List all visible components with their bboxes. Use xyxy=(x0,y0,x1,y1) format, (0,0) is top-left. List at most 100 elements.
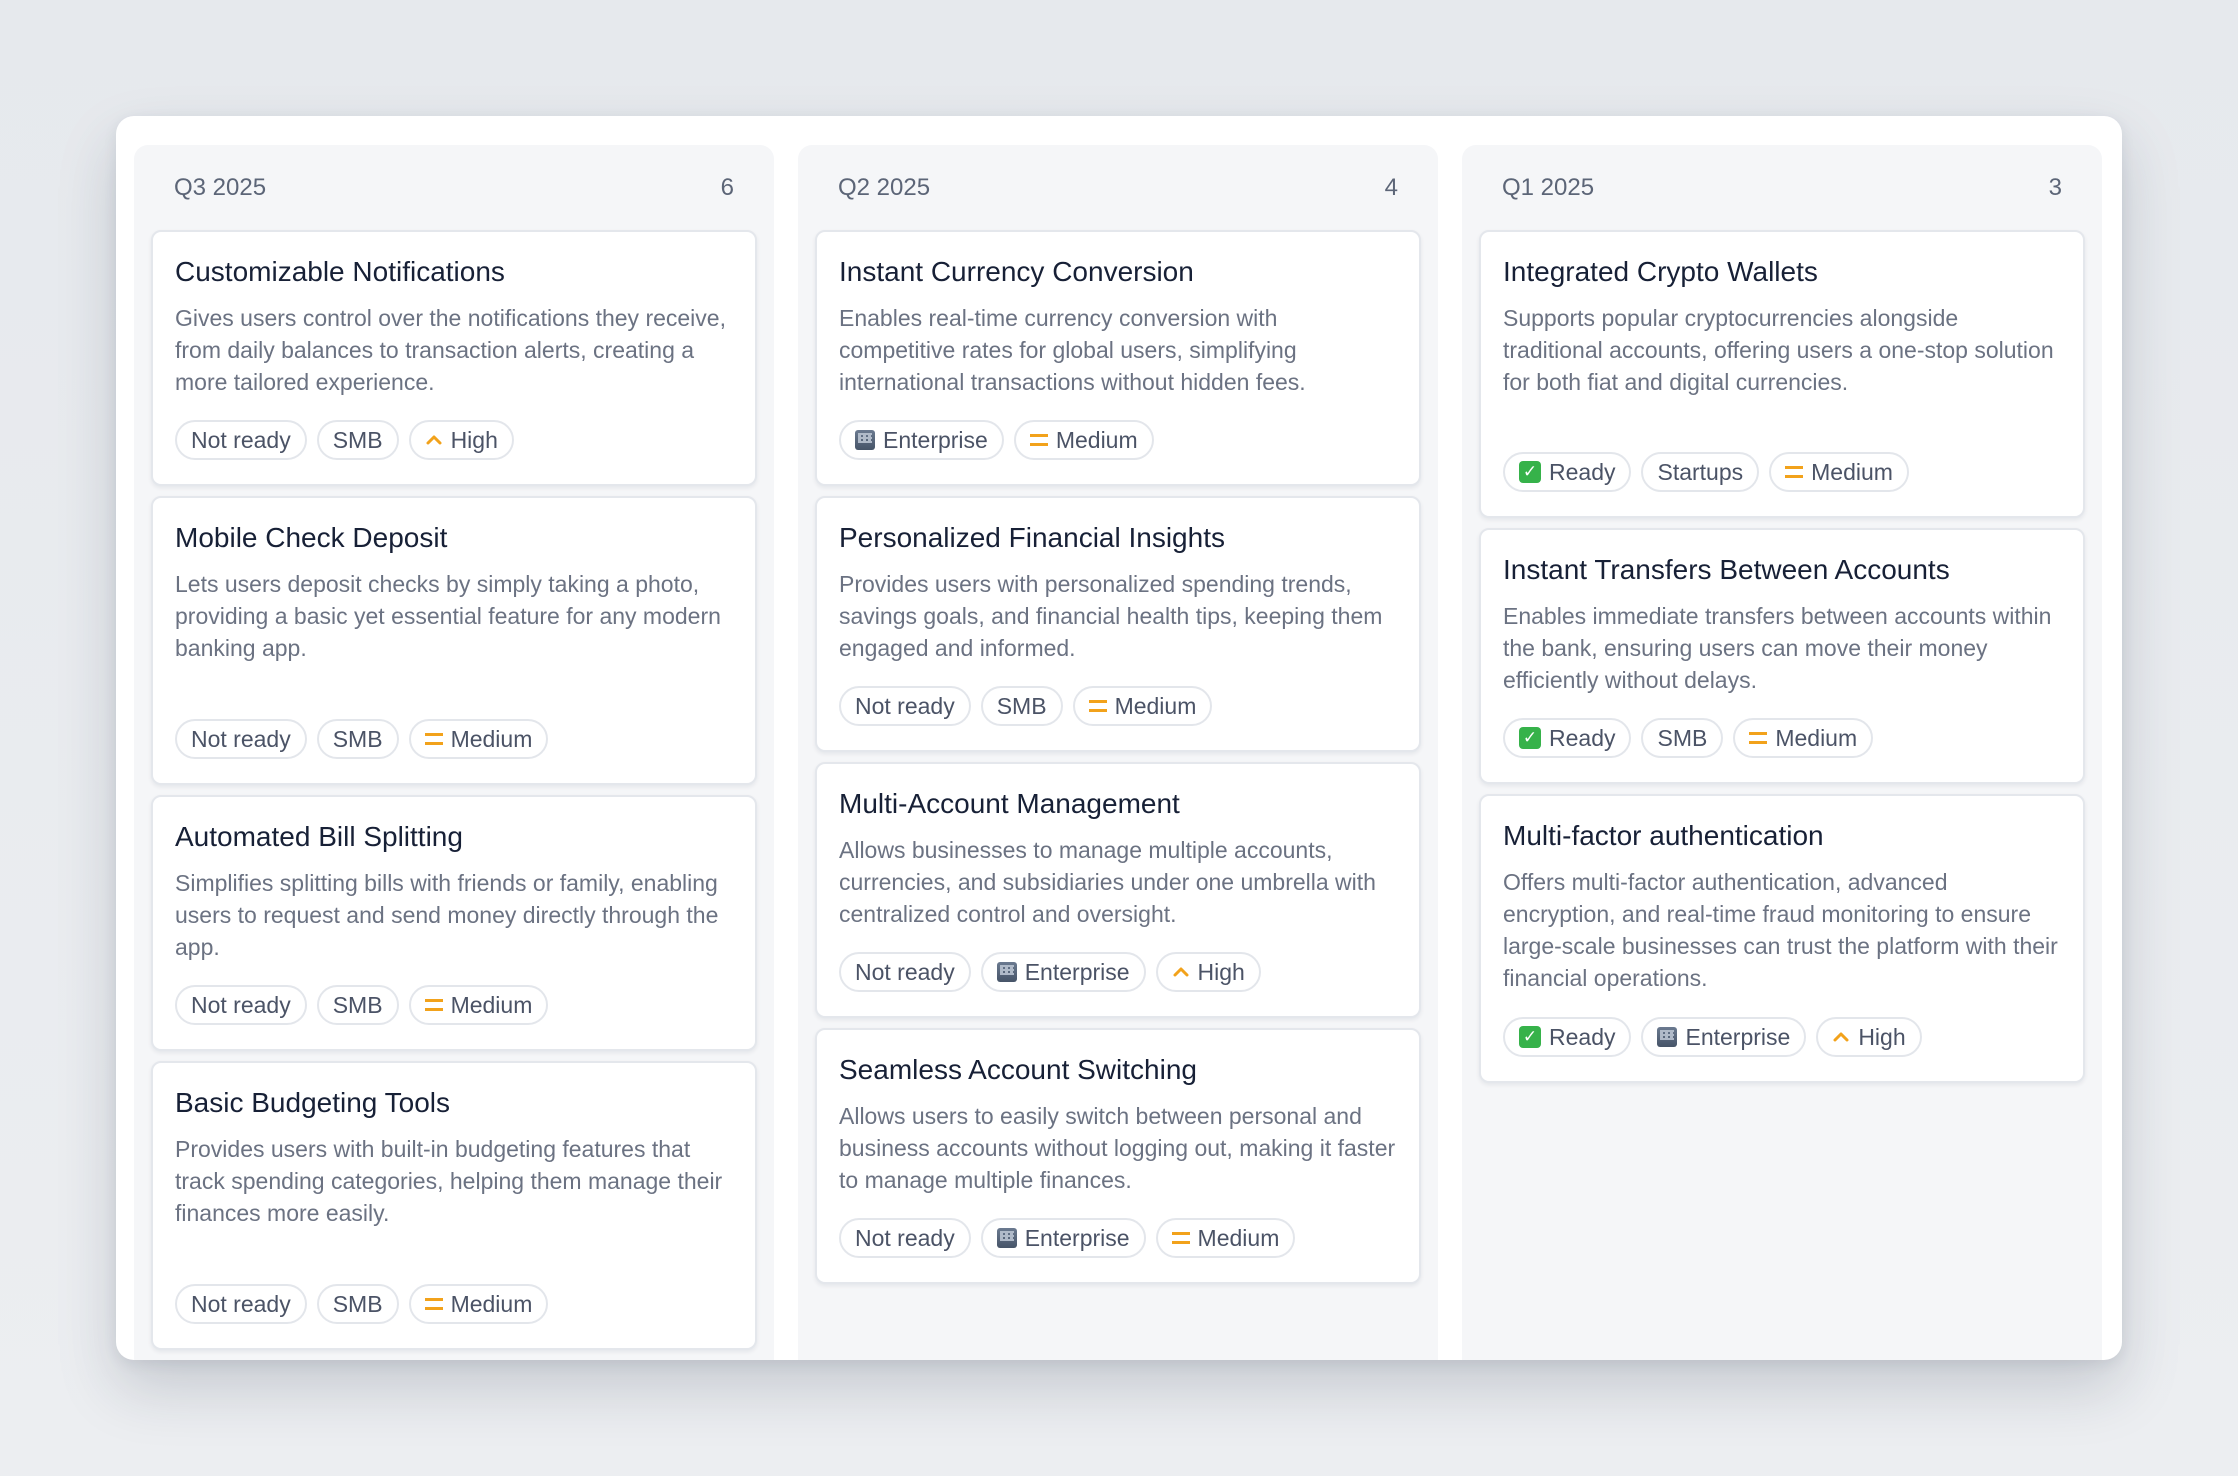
column-title: Q3 2025 xyxy=(174,173,267,201)
card-title: Basic Budgeting Tools xyxy=(175,1087,450,1118)
card-title: Automated Bill Splitting xyxy=(175,821,463,852)
segment-tag[interactable]: SMB xyxy=(316,420,399,460)
card-title: Personalized Financial Insights xyxy=(839,522,1225,553)
card-tags: Not ready SMB Medium xyxy=(175,985,549,1025)
card-description: Provides users with personalized spendin… xyxy=(839,571,1383,661)
card-tags: Not ready Enterprise Medium xyxy=(839,1218,1296,1258)
card-title: Multi-Account Management xyxy=(839,788,1180,819)
card-integrated-crypto-wallets[interactable]: Integrated Crypto Wallets Supports popul… xyxy=(1479,230,2085,518)
priority-tag[interactable]: Medium xyxy=(408,719,549,759)
column-header: Q2 2025 4 xyxy=(798,145,1438,230)
status-tag[interactable]: Not ready xyxy=(839,952,971,992)
column-count: 3 xyxy=(2048,173,2062,201)
check-mark-icon: ✓ xyxy=(1519,461,1541,483)
status-tag[interactable]: Not ready xyxy=(175,719,307,759)
equals-icon xyxy=(1029,434,1048,446)
card-title: Multi-factor authentication xyxy=(1503,820,1824,851)
segment-tag[interactable]: SMB xyxy=(316,1284,399,1324)
card-tags: ✓ Ready SMB Medium xyxy=(1503,718,1874,758)
card-title: Integrated Crypto Wallets xyxy=(1503,256,1818,287)
priority-tag[interactable]: High xyxy=(1816,1017,1922,1057)
office-building-icon xyxy=(996,962,1017,982)
status-tag[interactable]: ✓ Ready xyxy=(1503,718,1632,758)
segment-tag[interactable]: Enterprise xyxy=(839,420,1004,460)
status-tag[interactable]: Not ready xyxy=(839,686,971,726)
status-tag[interactable]: Not ready xyxy=(175,985,307,1025)
chevron-up-icon xyxy=(1172,966,1190,978)
card-description: Gives users control over the notificatio… xyxy=(175,305,726,395)
card-automated-bill-splitting[interactable]: Automated Bill Splitting Simplifies spli… xyxy=(151,795,757,1051)
equals-icon xyxy=(424,1298,443,1310)
card-title: Instant Transfers Between Accounts xyxy=(1503,554,1950,585)
equals-icon xyxy=(1785,466,1804,478)
card-title: Mobile Check Deposit xyxy=(175,522,448,553)
column-q2-2025: Q2 2025 4 Instant Currency Conversion En… xyxy=(798,145,1438,1360)
check-mark-icon: ✓ xyxy=(1519,1026,1541,1048)
card-description: Allows users to easily switch between pe… xyxy=(839,1103,1396,1193)
check-mark-icon: ✓ xyxy=(1519,727,1541,749)
card-seamless-account-switching[interactable]: Seamless Account Switching Allows users … xyxy=(815,1028,1421,1284)
status-tag[interactable]: Not ready xyxy=(839,1218,971,1258)
card-personalized-financial-insights[interactable]: Personalized Financial Insights Provides… xyxy=(815,496,1421,752)
column-header: Q1 2025 3 xyxy=(1462,145,2102,230)
card-instant-transfers-between-accounts[interactable]: Instant Transfers Between Accounts Enabl… xyxy=(1479,528,2085,784)
card-tags: ✓ Ready Startups Medium xyxy=(1503,452,1909,492)
column-title: Q1 2025 xyxy=(1502,173,1595,201)
card-basic-budgeting-tools[interactable]: Basic Budgeting Tools Provides users wit… xyxy=(151,1061,757,1350)
card-description: Enables immediate transfers between acco… xyxy=(1503,603,2052,693)
priority-tag[interactable]: Medium xyxy=(1155,1218,1296,1258)
column-q1-2025: Q1 2025 3 Integrated Crypto Wallets Supp… xyxy=(1462,145,2102,1360)
priority-tag[interactable]: High xyxy=(1155,952,1261,992)
office-building-icon xyxy=(996,1228,1017,1248)
priority-tag[interactable]: High xyxy=(408,420,514,460)
card-customizable-notifications[interactable]: Customizable Notifications Gives users c… xyxy=(151,230,757,486)
segment-tag[interactable]: Enterprise xyxy=(1641,1017,1807,1057)
card-description: Allows businesses to manage multiple acc… xyxy=(839,837,1376,927)
card-tags: Not ready Enterprise High xyxy=(839,952,1261,992)
segment-tag[interactable]: SMB xyxy=(1641,718,1724,758)
status-tag[interactable]: Not ready xyxy=(175,420,307,460)
chevron-up-icon xyxy=(1832,1031,1850,1043)
card-description: Offers multi-factor authentication, adva… xyxy=(1503,869,2058,991)
card-title: Instant Currency Conversion xyxy=(839,256,1194,287)
segment-tag[interactable]: SMB xyxy=(316,719,399,759)
segment-tag[interactable]: SMB xyxy=(980,686,1063,726)
segment-tag[interactable]: SMB xyxy=(316,985,399,1025)
card-title: Customizable Notifications xyxy=(175,256,505,287)
chevron-up-icon xyxy=(425,434,443,446)
card-tags: Not ready SMB Medium xyxy=(175,719,549,759)
priority-tag[interactable]: Medium xyxy=(1013,420,1154,460)
priority-tag[interactable]: Medium xyxy=(408,1284,549,1324)
card-tags: Enterprise Medium xyxy=(839,420,1154,460)
roadmap-board: Q3 2025 6 Customizable Notifications Giv… xyxy=(116,116,2122,1360)
card-tags: Not ready SMB High xyxy=(175,420,514,460)
status-tag[interactable]: ✓ Ready xyxy=(1503,1017,1632,1057)
card-description: Simplifies splitting bills with friends … xyxy=(175,870,719,960)
segment-tag[interactable]: Enterprise xyxy=(980,952,1146,992)
equals-icon xyxy=(1088,700,1107,712)
column-title: Q2 2025 xyxy=(838,173,931,201)
card-tags: Not ready SMB Medium xyxy=(839,686,1213,726)
card-title: Seamless Account Switching xyxy=(839,1054,1197,1085)
card-description: Supports popular cryptocurrencies alongs… xyxy=(1503,305,2054,395)
segment-tag[interactable]: Enterprise xyxy=(980,1218,1146,1258)
status-tag[interactable]: ✓ Ready xyxy=(1503,452,1632,492)
card-multi-factor-authentication[interactable]: Multi-factor authentication Offers multi… xyxy=(1479,794,2085,1083)
segment-tag[interactable]: Startups xyxy=(1641,452,1760,492)
priority-tag[interactable]: Medium xyxy=(1769,452,1909,492)
column-count: 6 xyxy=(720,173,734,201)
priority-tag[interactable]: Medium xyxy=(408,985,549,1025)
card-instant-currency-conversion[interactable]: Instant Currency Conversion Enables real… xyxy=(815,230,1421,486)
column-header: Q3 2025 6 xyxy=(134,145,774,230)
equals-icon xyxy=(424,999,443,1011)
column-count: 4 xyxy=(1384,173,1398,201)
card-multi-account-management[interactable]: Multi-Account Management Allows business… xyxy=(815,762,1421,1018)
equals-icon xyxy=(1749,732,1768,744)
card-tags: ✓ Ready Enterprise High xyxy=(1503,1017,1922,1057)
card-mobile-check-deposit[interactable]: Mobile Check Deposit Lets users deposit … xyxy=(151,496,757,785)
priority-tag[interactable]: Medium xyxy=(1072,686,1213,726)
office-building-icon xyxy=(1657,1027,1678,1047)
priority-tag[interactable]: Medium xyxy=(1733,718,1874,758)
status-tag[interactable]: Not ready xyxy=(175,1284,307,1324)
office-building-icon xyxy=(855,430,875,450)
